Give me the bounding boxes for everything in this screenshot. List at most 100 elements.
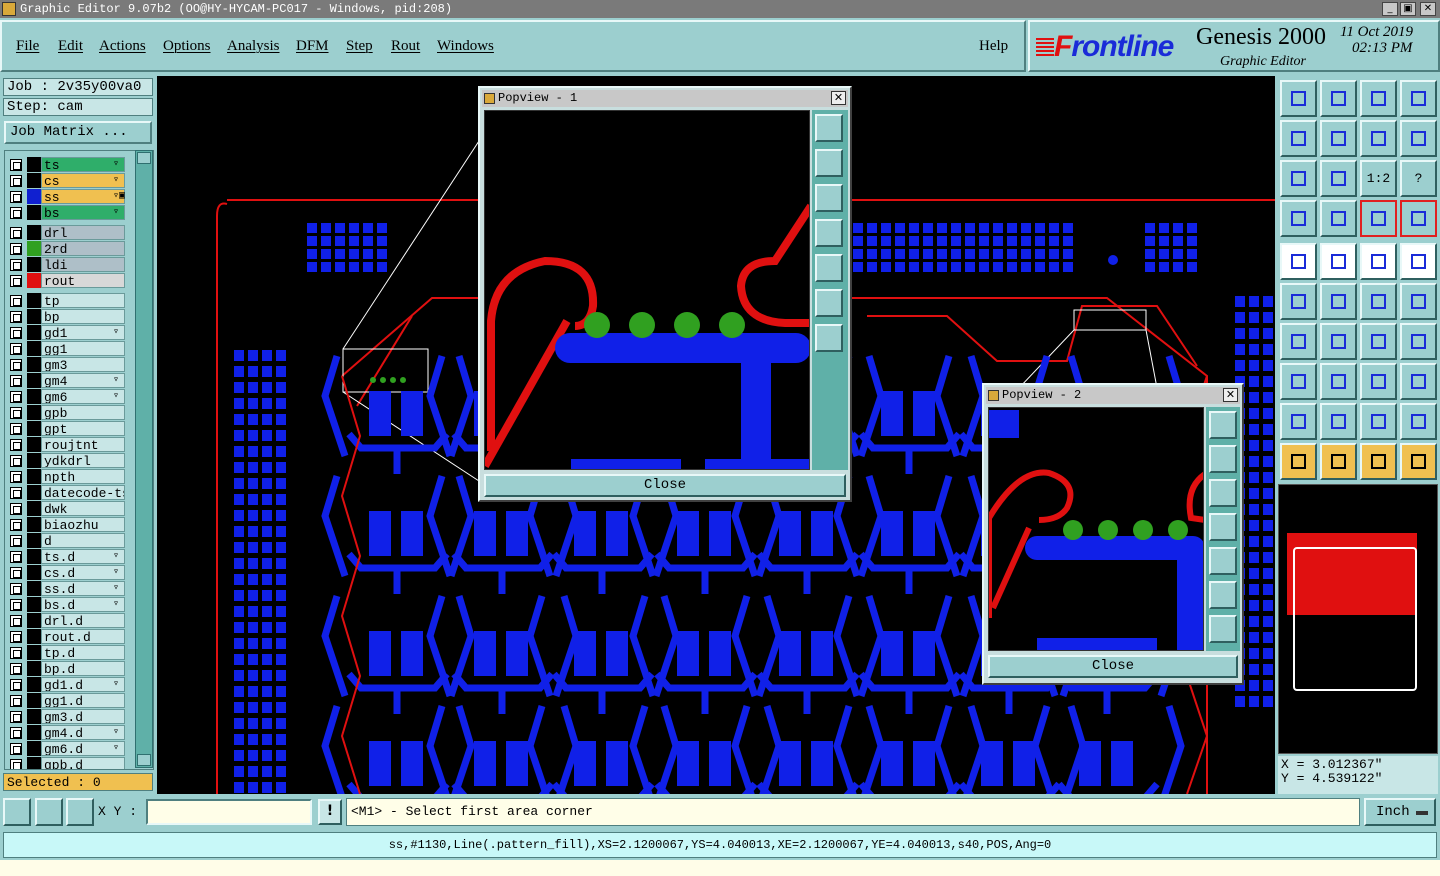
layer-color-swatch[interactable] bbox=[27, 437, 41, 452]
layer-color-swatch[interactable] bbox=[27, 581, 41, 596]
scroll-down-arrow-icon[interactable] bbox=[137, 754, 151, 766]
split-line-icon[interactable] bbox=[1320, 363, 1357, 400]
layer-row[interactable]: ts.d ▿ bbox=[5, 549, 131, 564]
angle-line-icon[interactable] bbox=[1280, 323, 1317, 360]
layer-row[interactable]: ldi bbox=[5, 257, 131, 272]
layer-color-swatch[interactable] bbox=[27, 645, 41, 660]
layer-row[interactable]: roujtnt bbox=[5, 437, 131, 452]
layer-name[interactable]: drl.d bbox=[41, 613, 125, 628]
node-move-icon[interactable] bbox=[1280, 283, 1317, 320]
layer-name[interactable]: gm3.d bbox=[41, 709, 125, 724]
layer-name[interactable]: gpt bbox=[41, 421, 125, 436]
layer-checkbox[interactable] bbox=[10, 423, 22, 435]
popview-2-close-button[interactable]: Close bbox=[988, 655, 1238, 678]
unit-select[interactable]: Inch bbox=[1364, 798, 1436, 826]
layer-row[interactable]: gg1.d bbox=[5, 693, 131, 708]
layer-row[interactable]: bs.d ▿ bbox=[5, 597, 131, 612]
popview-zoom-out-icon[interactable] bbox=[815, 324, 843, 352]
layer-name[interactable]: gm3 bbox=[41, 357, 125, 372]
layer-row[interactable]: rout.d bbox=[5, 629, 131, 644]
grid-icon[interactable] bbox=[1320, 200, 1357, 237]
layer-checkbox[interactable] bbox=[10, 503, 22, 515]
popview-zoom-fit-icon[interactable] bbox=[1209, 411, 1237, 439]
popview-zoom-fit-icon[interactable] bbox=[815, 114, 843, 142]
arc-points-icon[interactable] bbox=[1400, 283, 1437, 320]
layer-name[interactable]: tp bbox=[41, 293, 125, 308]
layer-color-swatch[interactable] bbox=[27, 693, 41, 708]
layer-color-swatch[interactable] bbox=[27, 357, 41, 372]
step-select-icon[interactable] bbox=[1400, 443, 1437, 480]
layer-name[interactable]: roujtnt bbox=[41, 437, 125, 452]
layer-color-swatch[interactable] bbox=[27, 485, 41, 500]
layer-checkbox[interactable] bbox=[10, 695, 22, 707]
layer-checkbox[interactable] bbox=[10, 159, 22, 171]
layer-color-swatch[interactable] bbox=[27, 241, 41, 256]
popview-1-window[interactable]: Popview - 1 ✕ Close bbox=[478, 86, 852, 502]
layer-color-swatch[interactable] bbox=[27, 421, 41, 436]
layer-color-swatch[interactable] bbox=[27, 205, 41, 220]
layer-row[interactable]: bs ▿ bbox=[5, 205, 131, 220]
arrow-select-2-icon[interactable] bbox=[1320, 443, 1357, 480]
menu-windows[interactable]: Windows bbox=[437, 38, 494, 55]
menu-rout[interactable]: Rout bbox=[391, 38, 420, 55]
popview-pan-up-icon[interactable] bbox=[1209, 445, 1237, 473]
layer-name[interactable]: ldi bbox=[41, 257, 125, 272]
layer-checkbox[interactable] bbox=[10, 743, 22, 755]
minimize-button[interactable]: _ bbox=[1382, 2, 1398, 16]
menu-step[interactable]: Step bbox=[346, 38, 373, 55]
layer-row[interactable]: biaozhu bbox=[5, 517, 131, 532]
layer-row[interactable]: drl bbox=[5, 225, 131, 240]
layer-row[interactable]: gpt bbox=[5, 421, 131, 436]
layer-color-swatch[interactable] bbox=[27, 677, 41, 692]
layer-name[interactable]: d bbox=[41, 533, 125, 548]
prompt-alert-button[interactable]: ! bbox=[318, 799, 342, 825]
zoom-center-icon[interactable] bbox=[1320, 160, 1357, 197]
popview-pan-up-icon[interactable] bbox=[815, 149, 843, 177]
popview-pan-right-icon[interactable] bbox=[1209, 547, 1237, 575]
snap-mode-icon[interactable] bbox=[3, 798, 31, 826]
layer-color-swatch[interactable] bbox=[27, 741, 41, 756]
layer-checkbox[interactable] bbox=[10, 227, 22, 239]
layer-color-swatch[interactable] bbox=[27, 309, 41, 324]
popview-1-view[interactable] bbox=[484, 110, 810, 470]
layer-name[interactable]: drl bbox=[41, 225, 125, 240]
cross-delete-icon[interactable] bbox=[1320, 283, 1357, 320]
layer-row[interactable]: d bbox=[5, 533, 131, 548]
menu-options[interactable]: Options bbox=[163, 38, 211, 55]
layer-color-swatch[interactable] bbox=[27, 341, 41, 356]
popview-pan-down-icon[interactable] bbox=[1209, 479, 1237, 507]
pan-down-icon[interactable] bbox=[1320, 80, 1357, 117]
layer-checkbox[interactable] bbox=[10, 295, 22, 307]
scale-1-2-icon[interactable]: 1:2 bbox=[1360, 160, 1397, 197]
layer-checkbox[interactable] bbox=[10, 711, 22, 723]
layer-color-swatch[interactable] bbox=[27, 757, 41, 769]
layer-color-swatch[interactable] bbox=[27, 405, 41, 420]
layer-checkbox[interactable] bbox=[10, 375, 22, 387]
layer-color-swatch[interactable] bbox=[27, 257, 41, 272]
layer-row[interactable]: gm6.d ▿ bbox=[5, 741, 131, 756]
layer-checkbox[interactable] bbox=[10, 243, 22, 255]
layer-checkbox[interactable] bbox=[10, 259, 22, 271]
layer-name[interactable]: datecode-ts bbox=[41, 485, 125, 500]
layer-row[interactable]: gd1 ▿ bbox=[5, 325, 131, 340]
layer-color-swatch[interactable] bbox=[27, 293, 41, 308]
layer-color-swatch[interactable] bbox=[27, 389, 41, 404]
layer-name[interactable]: gpb bbox=[41, 405, 125, 420]
menu-actions[interactable]: Actions bbox=[99, 38, 146, 55]
arrow-select-3-icon[interactable] bbox=[1360, 443, 1397, 480]
popview-zoom-in-icon[interactable] bbox=[1209, 581, 1237, 609]
popview-1-close-icon[interactable]: ✕ bbox=[831, 91, 846, 105]
layer-checkbox[interactable] bbox=[10, 327, 22, 339]
link-points-icon[interactable] bbox=[1360, 283, 1397, 320]
layer-checkbox[interactable] bbox=[10, 551, 22, 563]
layer-color-swatch[interactable] bbox=[27, 157, 41, 172]
layer-row[interactable]: gm3.d bbox=[5, 709, 131, 724]
popview-1-titlebar[interactable]: Popview - 1 ✕ bbox=[482, 90, 848, 107]
layer-color-swatch[interactable] bbox=[27, 533, 41, 548]
layer-checkbox[interactable] bbox=[10, 275, 22, 287]
menu-edit[interactable]: Edit bbox=[58, 38, 83, 55]
popview-pan-right-icon[interactable] bbox=[815, 254, 843, 282]
triangle-a-icon[interactable] bbox=[1360, 403, 1397, 440]
layer-name[interactable]: gg1.d bbox=[41, 693, 125, 708]
layer-color-swatch[interactable] bbox=[27, 565, 41, 580]
